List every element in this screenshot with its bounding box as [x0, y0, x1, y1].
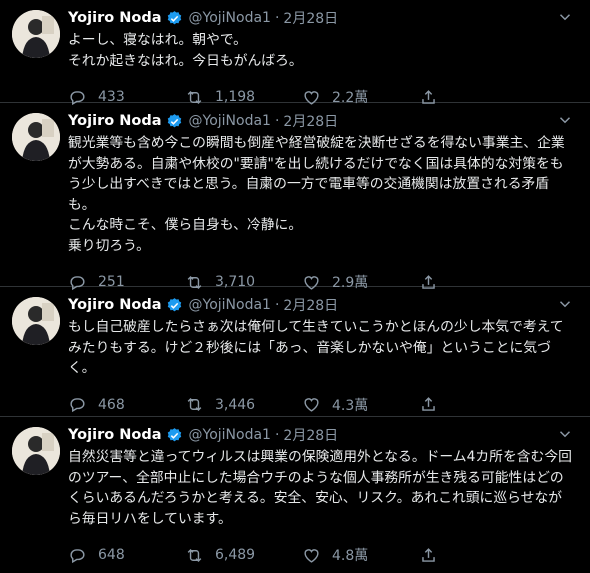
tweet[interactable]: Yojiro Noda @YojiNoda1 · 2月28日 観光業等も含め今こ…: [0, 103, 590, 291]
retweet-button[interactable]: 6,489: [185, 546, 302, 565]
avatar[interactable]: [12, 427, 60, 475]
tweet-text: よーし、寝なはれ。朝やで。 それか起きなはれ。今日もがんばろ。: [68, 32, 303, 69]
separator-dot: ·: [274, 10, 280, 26]
display-name[interactable]: Yojiro Noda: [68, 113, 162, 129]
timestamp[interactable]: 2月28日: [283, 111, 338, 131]
avatar[interactable]: [12, 10, 60, 58]
display-name[interactable]: Yojiro Noda: [68, 427, 162, 443]
handle[interactable]: @YojiNoda1: [189, 10, 271, 26]
retweet-icon: [187, 397, 202, 412]
handle[interactable]: @YojiNoda1: [189, 427, 271, 443]
timestamp[interactable]: 2月28日: [283, 425, 338, 445]
tweet[interactable]: Yojiro Noda @YojiNoda1 · 2月28日 もし自己破産したら…: [0, 287, 590, 417]
retweet-button[interactable]: 3,446: [185, 395, 302, 414]
like-button[interactable]: 4.3萬: [302, 395, 419, 415]
verified-badge-icon: [167, 10, 181, 24]
like-count: 4.3萬: [332, 397, 369, 414]
timestamp[interactable]: 2月28日: [283, 295, 338, 315]
reply-icon: [70, 398, 85, 413]
handle[interactable]: @YojiNoda1: [189, 297, 271, 313]
verified-badge-icon: [167, 427, 181, 441]
tweet-header: Yojiro Noda @YojiNoda1 · 2月28日: [68, 287, 574, 316]
tweet-header: Yojiro Noda @YojiNoda1 · 2月28日: [68, 103, 574, 132]
share-icon: [422, 397, 435, 411]
separator-dot: ·: [274, 297, 280, 313]
tweet-text: もし自己破産したらさぁ次は俺何して生きていこうかとほんの少し本気で考えてみたりも…: [68, 319, 564, 376]
share-button[interactable]: [419, 395, 449, 414]
handle[interactable]: @YojiNoda1: [189, 113, 271, 129]
timestamp[interactable]: 2月28日: [283, 8, 338, 28]
like-icon: [304, 398, 319, 412]
reply-count: 468: [98, 396, 125, 413]
tweet[interactable]: Yojiro Noda @YojiNoda1 · 2月28日 よーし、寝なはれ。…: [0, 0, 590, 106]
chevron-down-icon[interactable]: [554, 425, 576, 443]
tweet-feed: Yojiro Noda @YojiNoda1 · 2月28日 よーし、寝なはれ。…: [0, 0, 590, 564]
share-icon: [422, 547, 435, 562]
retweet-count: 6,489: [215, 547, 256, 563]
chevron-down-icon[interactable]: [554, 295, 576, 313]
share-button[interactable]: [419, 546, 449, 565]
reply-count: 648: [98, 547, 125, 563]
tweet-actions: 648 6,489 4.8萬: [68, 537, 574, 573]
like-count: 4.8萬: [332, 548, 369, 564]
display-name[interactable]: Yojiro Noda: [68, 10, 162, 26]
avatar[interactable]: [12, 297, 60, 345]
tweet-header: Yojiro Noda @YojiNoda1 · 2月28日: [68, 417, 574, 446]
reply-button[interactable]: 648: [68, 546, 185, 565]
avatar[interactable]: [12, 113, 60, 161]
display-name[interactable]: Yojiro Noda: [68, 297, 162, 313]
tweet-text: 自然災害等と違ってウィルスは興業の保険適用外となる。ドーム4カ所を含む今回のツア…: [68, 449, 572, 527]
reply-button[interactable]: 468: [68, 395, 185, 414]
separator-dot: ·: [274, 427, 280, 443]
verified-badge-icon: [167, 297, 181, 311]
retweet-count: 3,446: [215, 396, 256, 413]
tweet[interactable]: Yojiro Noda @YojiNoda1 · 2月28日 自然災害等と違って…: [0, 417, 590, 564]
chevron-down-icon[interactable]: [554, 111, 576, 129]
like-button[interactable]: 4.8萬: [302, 545, 419, 565]
separator-dot: ·: [274, 113, 280, 129]
tweet-text: 観光業等も含め今この瞬間も倒産や経営破綻を決断せざるを得ない事業主、企業が大勢あ…: [68, 135, 565, 254]
tweet-header: Yojiro Noda @YojiNoda1 · 2月28日: [68, 0, 574, 29]
retweet-icon: [187, 548, 202, 562]
verified-badge-icon: [167, 113, 181, 127]
chevron-down-icon[interactable]: [554, 8, 576, 26]
reply-icon: [70, 548, 85, 563]
like-icon: [304, 548, 319, 563]
